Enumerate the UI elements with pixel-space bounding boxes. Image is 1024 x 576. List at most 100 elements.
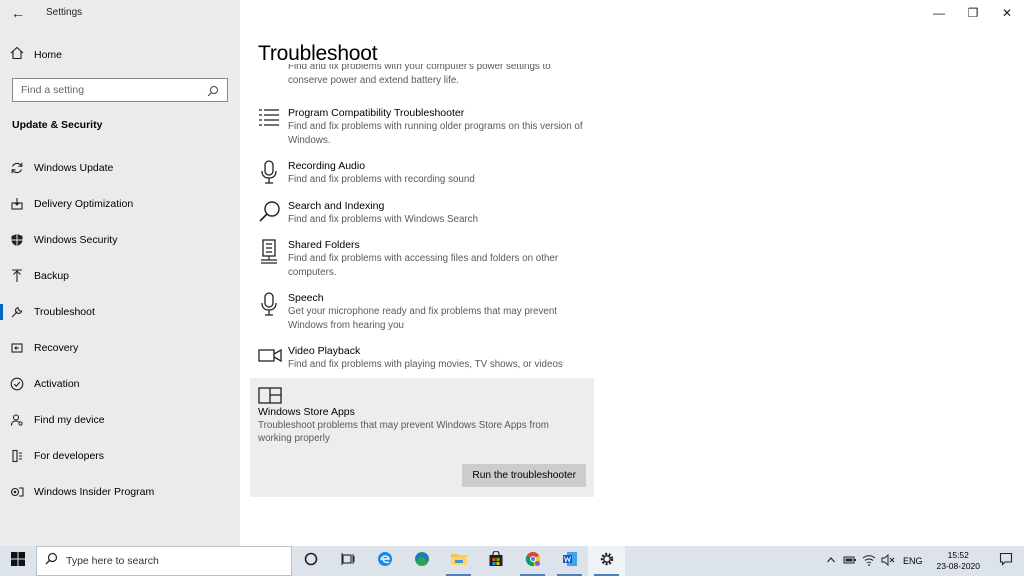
minimize-icon: — <box>933 6 945 20</box>
troubleshooter-desc: Find and fix problems with playing movie… <box>288 359 563 370</box>
chrome-icon <box>525 551 541 572</box>
search-icon <box>258 199 288 227</box>
sidebar-item-label: Activation <box>34 378 80 390</box>
taskbar-app-edge[interactable] <box>403 546 440 576</box>
back-arrow-icon: ← <box>11 5 25 21</box>
cortana-button[interactable] <box>292 546 329 576</box>
run-button-row: Run the troubleshooter <box>258 463 586 487</box>
taskbar-search-box[interactable] <box>36 546 292 576</box>
run-troubleshooter-button[interactable]: Run the troubleshooter <box>462 463 586 487</box>
troubleshooter-search-indexing[interactable]: Search and Indexing Find and fix problem… <box>250 193 594 233</box>
home-icon <box>0 46 34 65</box>
sidebar-item-windows-update[interactable]: Windows Update <box>0 150 240 186</box>
sidebar-item-troubleshoot[interactable]: Troubleshoot <box>0 294 240 330</box>
sidebar-item-backup[interactable]: Backup <box>0 258 240 294</box>
sidebar-item-label: Windows Insider Program <box>34 486 155 498</box>
microphone-icon <box>258 159 288 187</box>
troubleshooter-text: Program Compatibility Troubleshooter Fin… <box>288 106 586 147</box>
troubleshooter-desc: Find and fix problems with recording sou… <box>288 174 475 185</box>
system-tray: ENG 15:52 23-08-2020 <box>821 546 1024 576</box>
word-icon <box>562 551 578 572</box>
troubleshooter-desc: Find and fix problems with running older… <box>288 121 583 146</box>
taskbar-search-input[interactable] <box>66 555 266 567</box>
sidebar-item-activation[interactable]: Activation <box>0 366 240 402</box>
taskbar-app-store[interactable] <box>477 546 514 576</box>
taskbar-app-chrome[interactable] <box>514 546 551 576</box>
restore-button[interactable]: ❐ <box>956 0 990 26</box>
troubleshooter-list: Program Compatibility Troubleshooter Fin… <box>250 100 594 497</box>
sidebar-item-label: Troubleshoot <box>34 306 95 318</box>
troubleshooter-name: Program Compatibility Troubleshooter <box>288 107 465 119</box>
sidebar-item-for-developers[interactable]: For developers <box>0 438 240 474</box>
troubleshooter-name: Video Playback <box>288 345 361 357</box>
volume-button[interactable] <box>878 546 897 576</box>
backup-arrow-icon <box>0 269 34 283</box>
action-center-button[interactable] <box>988 546 1024 576</box>
windows-logo-icon <box>11 551 25 571</box>
troubleshooter-name: Search and Indexing <box>288 199 385 212</box>
window-controls: — ❐ ✕ <box>922 0 1024 26</box>
troubleshooter-shared-folders[interactable]: Shared Folders Find and fix problems wit… <box>250 232 594 285</box>
troubleshooter-speech[interactable]: Speech Get your microphone ready and fix… <box>250 285 594 338</box>
show-hidden-icons-button[interactable] <box>821 546 840 576</box>
notification-icon <box>999 552 1013 571</box>
battery-icon <box>843 555 857 568</box>
troubleshooter-recording-audio[interactable]: Recording Audio Find and fix problems wi… <box>250 153 594 193</box>
taskbar: ENG 15:52 23-08-2020 <box>0 546 1024 576</box>
troubleshooter-text: Speech Get your microphone ready and fix… <box>288 291 586 332</box>
close-icon: ✕ <box>1001 6 1013 20</box>
sidebar-item-label: Windows Update <box>34 162 114 174</box>
search-icon[interactable] <box>207 84 219 97</box>
restore-icon: ❐ <box>967 6 979 20</box>
sidebar-item-label: Recovery <box>34 342 79 354</box>
back-button[interactable]: ← <box>0 0 36 26</box>
troubleshooter-desc: Find and fix problems with Windows Searc… <box>288 213 479 225</box>
edge-legacy-icon <box>377 551 393 572</box>
clock-time: 15:52 <box>947 550 969 560</box>
troubleshooter-name: Speech <box>288 292 324 304</box>
sidebar-nav: Windows Update Delivery Optimization Win… <box>0 150 240 510</box>
edge-icon <box>414 551 430 572</box>
start-button[interactable] <box>0 546 36 576</box>
settings-search-box[interactable] <box>12 78 228 102</box>
troubleshooter-windows-store-apps[interactable]: Windows Store Apps Troubleshoot problems… <box>250 377 594 497</box>
chevron-up-icon <box>826 555 836 568</box>
troubleshooter-video-playback[interactable]: Video Playback Find and fix problems wit… <box>250 338 594 378</box>
close-button[interactable]: ✕ <box>990 0 1024 26</box>
list-icon <box>258 106 288 147</box>
troubleshooter-desc: Troubleshoot problems that may prevent W… <box>258 419 549 445</box>
wifi-icon <box>862 554 876 569</box>
network-button[interactable] <box>859 546 878 576</box>
sidebar-item-find-my-device[interactable]: Find my device <box>0 402 240 438</box>
delivery-icon <box>0 197 34 211</box>
sidebar-item-delivery-optimization[interactable]: Delivery Optimization <box>0 186 240 222</box>
recovery-icon <box>0 341 34 355</box>
sidebar-item-windows-security[interactable]: Windows Security <box>0 222 240 258</box>
language-indicator[interactable]: ENG <box>897 556 929 566</box>
insider-icon <box>0 485 34 499</box>
task-view-button[interactable] <box>329 546 366 576</box>
sidebar-item-recovery[interactable]: Recovery <box>0 330 240 366</box>
file-explorer-icon <box>450 551 468 572</box>
volume-muted-icon <box>881 553 895 569</box>
taskbar-app-edge-legacy[interactable] <box>366 546 403 576</box>
settings-search-input[interactable] <box>21 84 207 96</box>
troubleshooter-text: Windows Store Apps Troubleshoot problems… <box>258 405 558 446</box>
minimize-button[interactable]: — <box>922 0 956 26</box>
section-title: Update & Security <box>12 119 103 131</box>
taskbar-app-word[interactable] <box>551 546 588 576</box>
store-icon <box>488 549 504 572</box>
sidebar-item-windows-insider-program[interactable]: Windows Insider Program <box>0 474 240 510</box>
app-title: Settings <box>46 7 83 18</box>
sidebar-item-label: For developers <box>34 450 105 462</box>
sidebar-item-home[interactable]: Home <box>0 42 240 68</box>
troubleshooter-text: Recording Audio Find and fix problems wi… <box>288 159 475 187</box>
troubleshooter-program-compatibility[interactable]: Program Compatibility Troubleshooter Fin… <box>250 100 594 153</box>
task-view-icon <box>341 552 355 571</box>
taskbar-app-settings[interactable] <box>588 546 625 576</box>
clock[interactable]: 15:52 23-08-2020 <box>929 550 988 572</box>
battery-button[interactable] <box>840 546 859 576</box>
sidebar-item-label: Backup <box>34 270 70 282</box>
troubleshooter-name: Windows Store Apps <box>258 405 355 418</box>
taskbar-app-file-explorer[interactable] <box>440 546 477 576</box>
